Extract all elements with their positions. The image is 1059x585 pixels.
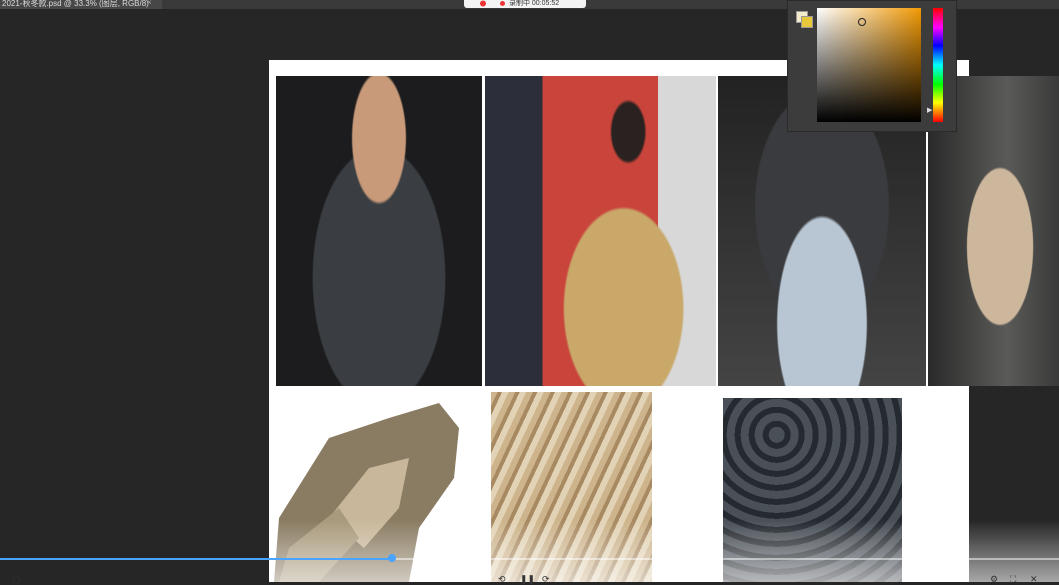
- hue-marker-icon[interactable]: ▶: [927, 106, 932, 114]
- forward-icon[interactable]: ⟳: [542, 574, 550, 585]
- recording-indicator: 录制中 00:05:52: [464, 0, 586, 8]
- record-app-icon: [480, 0, 486, 7]
- photo-black-feather-dress: [276, 76, 482, 386]
- video-progress-fill: [0, 558, 392, 560]
- document-tab-title: 2021-秋冬款.psd @ 33.3% (图层, RGB/8): [2, 0, 149, 8]
- close-player-icon[interactable]: ✕: [1030, 574, 1038, 585]
- color-cursor-icon[interactable]: [858, 18, 866, 26]
- color-picker-panel[interactable]: ▶: [787, 0, 957, 132]
- recording-label: 录制中 00:05:52: [508, 0, 560, 7]
- close-icon[interactable]: ×: [147, 0, 152, 7]
- hue-slider[interactable]: [933, 8, 943, 122]
- saturation-value-field[interactable]: [817, 8, 921, 122]
- foreground-color-swatch[interactable]: [801, 16, 813, 28]
- fullscreen-icon[interactable]: ⛶: [1010, 574, 1016, 585]
- document-tab[interactable]: 2021-秋冬款.psd @ 33.3% (图层, RGB/8) ×: [0, 0, 162, 9]
- video-controls: ▢ ⟲ ❚❚ ⟳ ⚙ ⛶ ✕: [0, 566, 1059, 585]
- pause-icon[interactable]: ❚❚: [520, 574, 535, 585]
- settings-icon[interactable]: ⚙: [990, 574, 998, 585]
- video-progress-knob[interactable]: [387, 554, 396, 562]
- volume-icon[interactable]: ▢: [12, 574, 21, 585]
- video-progress-bar[interactable]: [0, 554, 1059, 562]
- rewind-icon[interactable]: ⟲: [498, 574, 506, 585]
- recording-dot-icon: [500, 0, 505, 6]
- photo-gold-feather-cape: [485, 76, 716, 386]
